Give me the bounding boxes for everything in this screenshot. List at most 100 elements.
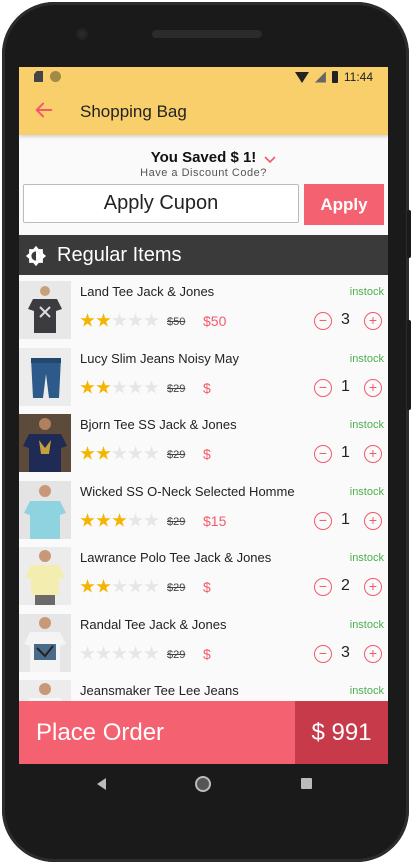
order-total: $ 991 <box>295 701 388 764</box>
increase-quantity-button[interactable]: + <box>364 379 382 397</box>
original-price: $29 <box>167 649 186 661</box>
increase-quantity-button[interactable]: + <box>364 445 382 463</box>
rating-stars <box>80 313 159 328</box>
arrow-left-icon[interactable] <box>33 99 55 121</box>
chevron-down-icon[interactable] <box>264 155 276 165</box>
product-image <box>19 680 71 701</box>
sd-card-icon <box>34 71 43 82</box>
original-price: $29 <box>167 582 186 594</box>
star-icon <box>80 380 95 394</box>
rating-stars <box>80 513 159 528</box>
increase-quantity-button[interactable]: + <box>364 312 382 330</box>
increase-quantity-button[interactable]: + <box>364 578 382 596</box>
cart-item[interactable]: Randal Tee Jack & Jones instock $29 $ − … <box>19 608 388 674</box>
product-name: Bjorn Tee SS Jack & Jones <box>80 417 237 432</box>
stock-status: instock <box>349 552 384 564</box>
sale-price: $ <box>203 446 211 462</box>
star-icon <box>112 380 127 394</box>
star-icon <box>96 313 111 327</box>
cart-item[interactable]: Wicked SS O-Neck Selected Homme instock … <box>19 475 388 541</box>
rating-stars <box>80 446 159 461</box>
discount-section[interactable]: You Saved $ 1! Have a Discount Code? <box>19 137 388 182</box>
star-icon <box>128 646 143 660</box>
nav-back-icon[interactable] <box>97 778 106 790</box>
star-icon <box>112 579 127 593</box>
decrease-quantity-button[interactable]: − <box>314 578 332 596</box>
decrease-quantity-button[interactable]: − <box>314 379 332 397</box>
sale-price: $15 <box>203 513 227 529</box>
star-icon <box>96 513 111 527</box>
coupon-input[interactable]: Apply Cupon <box>23 184 299 223</box>
rating-stars <box>80 380 159 395</box>
cart-item[interactable]: Lawrance Polo Tee Jack & Jones instock $… <box>19 541 388 607</box>
star-icon <box>144 513 159 527</box>
product-name: Lawrance Polo Tee Jack & Jones <box>80 550 272 565</box>
star-icon <box>96 646 111 660</box>
battery-icon <box>331 71 338 83</box>
stock-status: instock <box>349 286 384 298</box>
plus-icon: + <box>368 379 378 395</box>
plus-icon: + <box>368 578 378 594</box>
stock-status: instock <box>349 419 384 431</box>
product-name: Wicked SS O-Neck Selected Homme <box>80 484 295 499</box>
product-image <box>19 281 71 339</box>
star-icon <box>112 513 127 527</box>
plus-icon: + <box>368 312 378 328</box>
product-name: Land Tee Jack & Jones <box>80 284 215 299</box>
stock-status: instock <box>349 685 384 697</box>
product-name: Lucy Slim Jeans Noisy May <box>80 351 239 366</box>
minus-icon: − <box>318 445 328 461</box>
increase-quantity-button[interactable]: + <box>364 512 382 530</box>
product-image <box>19 348 71 406</box>
place-order-button[interactable]: Place Order <box>19 701 295 764</box>
stock-status: instock <box>349 486 384 498</box>
power-button <box>407 320 411 410</box>
section-title: Regular Items <box>57 244 182 266</box>
plus-icon: + <box>368 645 378 661</box>
increase-quantity-button[interactable]: + <box>364 645 382 663</box>
cart-item[interactable]: Land Tee Jack & Jones instock $50 $50 − … <box>19 275 388 341</box>
sale-price: $50 <box>203 313 227 329</box>
sale-price: $ <box>203 380 211 396</box>
quantity-value: 3 <box>341 644 350 661</box>
volume-button <box>407 210 411 258</box>
cart-item[interactable]: Jeansmaker Tee Lee Jeans instock <box>19 674 388 701</box>
original-price: $29 <box>167 449 186 461</box>
product-name: Jeansmaker Tee Lee Jeans <box>80 683 239 698</box>
star-icon <box>144 579 159 593</box>
minus-icon: − <box>318 379 328 395</box>
star-icon <box>128 446 143 460</box>
cart-item[interactable]: Bjorn Tee SS Jack & Jones instock $29 $ … <box>19 408 388 474</box>
star-icon <box>112 313 127 327</box>
minus-icon: − <box>318 645 328 661</box>
stock-status: instock <box>349 619 384 631</box>
discount-prompt[interactable]: Have a Discount Code? <box>19 167 388 179</box>
decrease-quantity-button[interactable]: − <box>314 645 332 663</box>
nav-home-icon[interactable] <box>195 776 211 792</box>
apply-button[interactable]: Apply <box>304 184 384 225</box>
signal-icon <box>314 71 326 83</box>
wifi-icon <box>294 71 309 83</box>
star-icon <box>96 380 111 394</box>
star-icon <box>144 313 159 327</box>
nav-recents-icon[interactable] <box>301 778 312 789</box>
saved-amount: You Saved $ 1! <box>150 149 257 166</box>
minus-icon: − <box>318 512 328 528</box>
original-price: $50 <box>167 316 186 328</box>
cart-item[interactable]: Lucy Slim Jeans Noisy May instock $29 $ … <box>19 342 388 408</box>
star-icon <box>128 313 143 327</box>
cart-items-list[interactable]: Land Tee Jack & Jones instock $50 $50 − … <box>19 275 388 701</box>
status-bar: 11:44 <box>19 67 388 87</box>
app-bar: Shopping Bag <box>19 87 388 135</box>
decrease-quantity-button[interactable]: − <box>314 445 332 463</box>
rating-stars <box>80 579 159 594</box>
decrease-quantity-button[interactable]: − <box>314 312 332 330</box>
speaker-grille <box>152 30 262 38</box>
product-image <box>19 481 71 539</box>
sale-price: $ <box>203 579 211 595</box>
quantity-value: 1 <box>341 444 350 461</box>
decrease-quantity-button[interactable]: − <box>314 512 332 530</box>
minus-icon: − <box>318 578 328 594</box>
sale-price: $ <box>203 646 211 662</box>
star-icon <box>80 579 95 593</box>
